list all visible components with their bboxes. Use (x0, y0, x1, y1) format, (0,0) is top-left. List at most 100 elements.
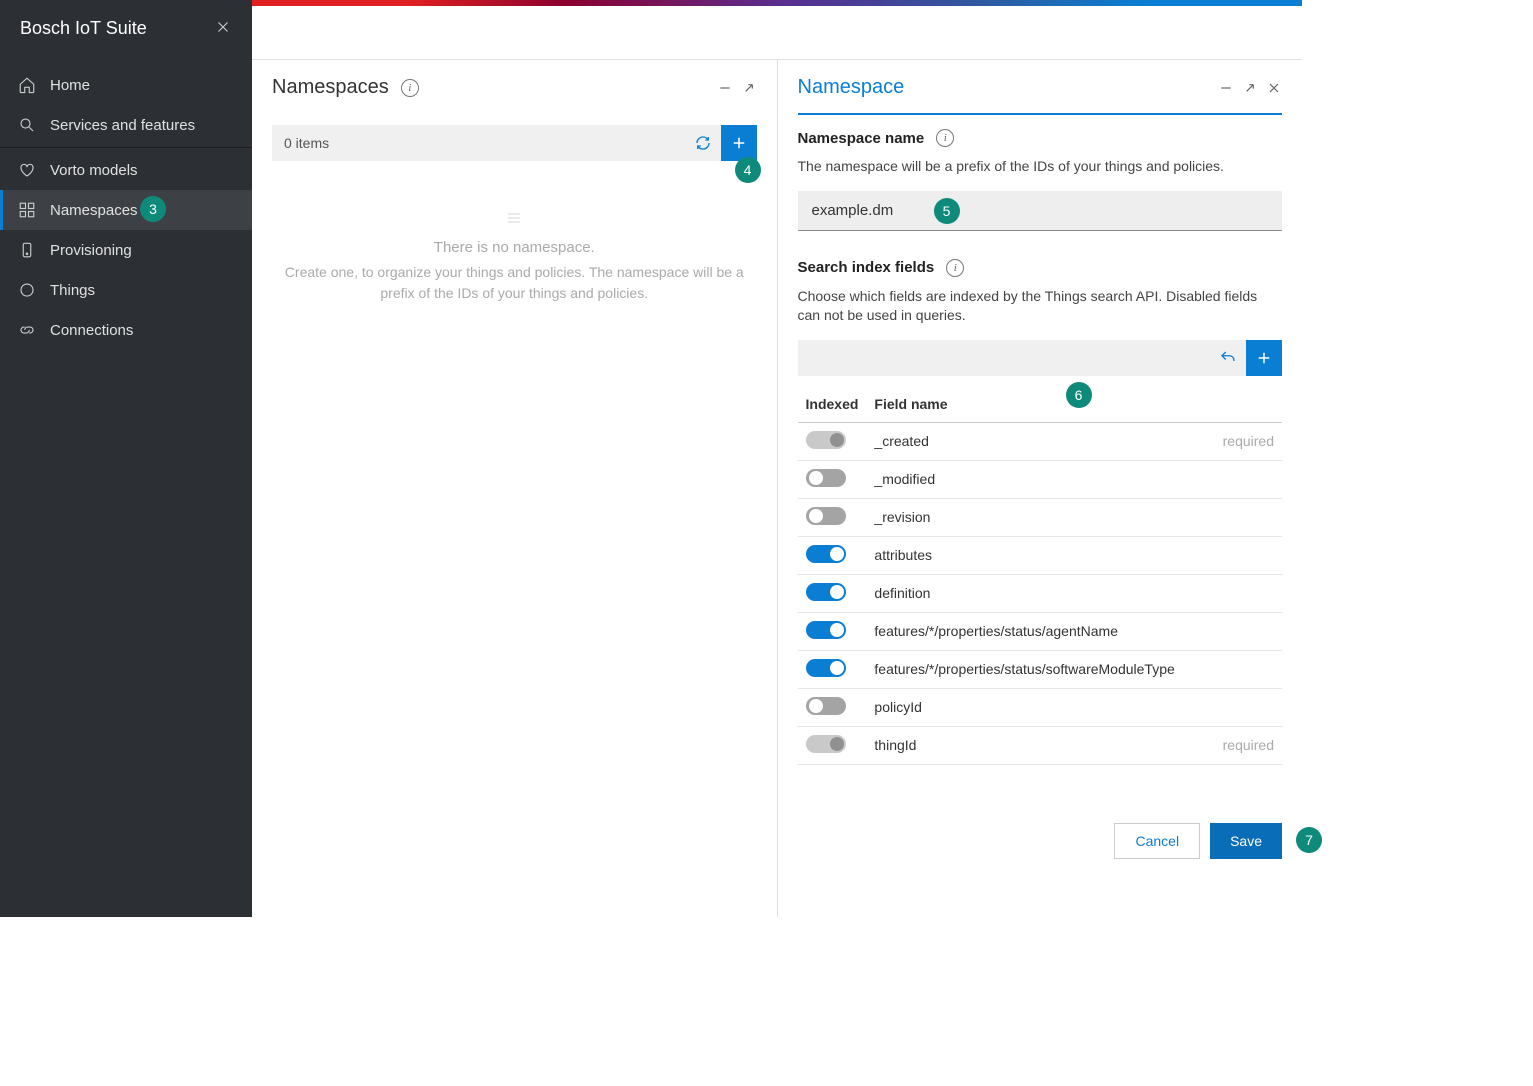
namespace-name-input[interactable] (798, 191, 1283, 231)
info-icon[interactable]: i (946, 259, 964, 277)
panel-title: Namespaces (272, 76, 389, 99)
indexed-toggle (806, 735, 846, 753)
save-button[interactable]: Save (1210, 823, 1282, 859)
nav-provisioning[interactable]: Provisioning (0, 230, 252, 270)
refresh-button[interactable] (685, 125, 721, 161)
field-name: _created (866, 422, 1202, 460)
refresh-icon (694, 134, 712, 152)
close-icon (214, 18, 232, 36)
field-name: _modified (866, 460, 1202, 498)
field-row: attributes (798, 536, 1283, 574)
field-flag (1202, 536, 1282, 574)
nav-label: Connections (50, 322, 133, 339)
sidebar: Bosch IoT Suite Home Services and featur… (0, 0, 252, 917)
grid-icon (18, 201, 36, 219)
indexed-toggle[interactable] (806, 469, 846, 487)
sidebar-close-button[interactable] (214, 18, 232, 39)
nav-label: Services and features (50, 117, 195, 134)
link-icon (18, 321, 36, 339)
nav-namespaces[interactable]: Namespaces 3 (0, 190, 252, 230)
menu-icon (282, 211, 747, 227)
plus-icon (730, 134, 748, 152)
close-icon[interactable] (1266, 80, 1282, 96)
field-row: _createdrequired (798, 422, 1283, 460)
nav-label: Things (50, 282, 95, 299)
field-name: definition (866, 574, 1202, 612)
field-flag (1202, 498, 1282, 536)
field-name: features/*/properties/status/softwareMod… (866, 650, 1202, 688)
namespace-form-panel: Namespace Namespace name i (778, 60, 1303, 917)
field-name: features/*/properties/status/agentName (866, 612, 1202, 650)
field-row: thingIdrequired (798, 726, 1283, 764)
info-icon[interactable]: i (401, 79, 419, 97)
indexed-toggle[interactable] (806, 697, 846, 715)
empty-description: Create one, to organize your things and … (282, 262, 747, 304)
nav-connections[interactable]: Connections (0, 310, 252, 350)
field-row: features/*/properties/status/softwareMod… (798, 650, 1283, 688)
field-name: thingId (866, 726, 1202, 764)
name-label: Namespace name (798, 130, 925, 147)
info-icon[interactable]: i (936, 129, 954, 147)
expand-icon[interactable] (1242, 80, 1258, 96)
field-flag (1202, 574, 1282, 612)
field-name: policyId (866, 688, 1202, 726)
circle-icon (18, 281, 36, 299)
field-flag (1202, 612, 1282, 650)
field-name: _revision (866, 498, 1202, 536)
field-flag (1202, 688, 1282, 726)
nav-label: Provisioning (50, 242, 132, 259)
nav-label: Vorto models (50, 162, 138, 179)
nav-things[interactable]: Things (0, 270, 252, 310)
name-hint: The namespace will be a prefix of the ID… (798, 157, 1283, 177)
indexed-toggle[interactable] (806, 507, 846, 525)
field-row: policyId (798, 688, 1283, 726)
expand-icon[interactable] (741, 80, 757, 96)
nav-vorto[interactable]: Vorto models (0, 150, 252, 190)
reset-fields-button[interactable] (1210, 340, 1246, 376)
fields-table: Indexed Field name _createdrequired_modi… (798, 386, 1283, 765)
indexed-toggle (806, 431, 846, 449)
heart-icon (18, 161, 36, 179)
field-row: _modified (798, 460, 1283, 498)
nav-label: Home (50, 77, 90, 94)
divider (0, 147, 252, 148)
nav-label: Namespaces (50, 202, 138, 219)
item-count: 0 items (284, 135, 329, 151)
nav-services[interactable]: Services and features (0, 105, 252, 145)
add-namespace-button[interactable] (721, 125, 757, 161)
empty-state: There is no namespace. Create one, to or… (252, 161, 777, 354)
field-flag (1202, 650, 1282, 688)
field-row: definition (798, 574, 1283, 612)
empty-title: There is no namespace. (282, 239, 747, 256)
indexed-toggle[interactable] (806, 583, 846, 601)
field-flag (1202, 460, 1282, 498)
search-icon (18, 116, 36, 134)
field-name: attributes (866, 536, 1202, 574)
cancel-button[interactable]: Cancel (1114, 823, 1200, 859)
col-indexed-header: Indexed (798, 386, 867, 423)
search-fields-label: Search index fields (798, 259, 935, 276)
device-icon (18, 241, 36, 259)
col-field-header: Field name (866, 386, 1202, 423)
add-field-button[interactable] (1246, 340, 1282, 376)
field-row: features/*/properties/status/agentName (798, 612, 1283, 650)
plus-icon (1255, 349, 1273, 367)
indexed-toggle[interactable] (806, 621, 846, 639)
minimize-icon[interactable] (717, 80, 733, 96)
form-title: Namespace (798, 76, 905, 99)
namespaces-panel: Namespaces i 0 items (252, 60, 778, 917)
search-fields-hint: Choose which fields are indexed by the T… (798, 287, 1283, 326)
indexed-toggle[interactable] (806, 545, 846, 563)
undo-icon (1219, 349, 1237, 367)
home-icon (18, 76, 36, 94)
nav-home[interactable]: Home (0, 65, 252, 105)
sidebar-nav: Home Services and features Vorto models … (0, 65, 252, 350)
indexed-toggle[interactable] (806, 659, 846, 677)
field-row: _revision (798, 498, 1283, 536)
top-toolbar (252, 6, 1302, 60)
field-flag: required (1202, 422, 1282, 460)
field-flag: required (1202, 726, 1282, 764)
annotation-badge-7: 7 (1296, 827, 1322, 853)
minimize-icon[interactable] (1218, 80, 1234, 96)
annotation-badge-3: 3 (140, 196, 166, 222)
